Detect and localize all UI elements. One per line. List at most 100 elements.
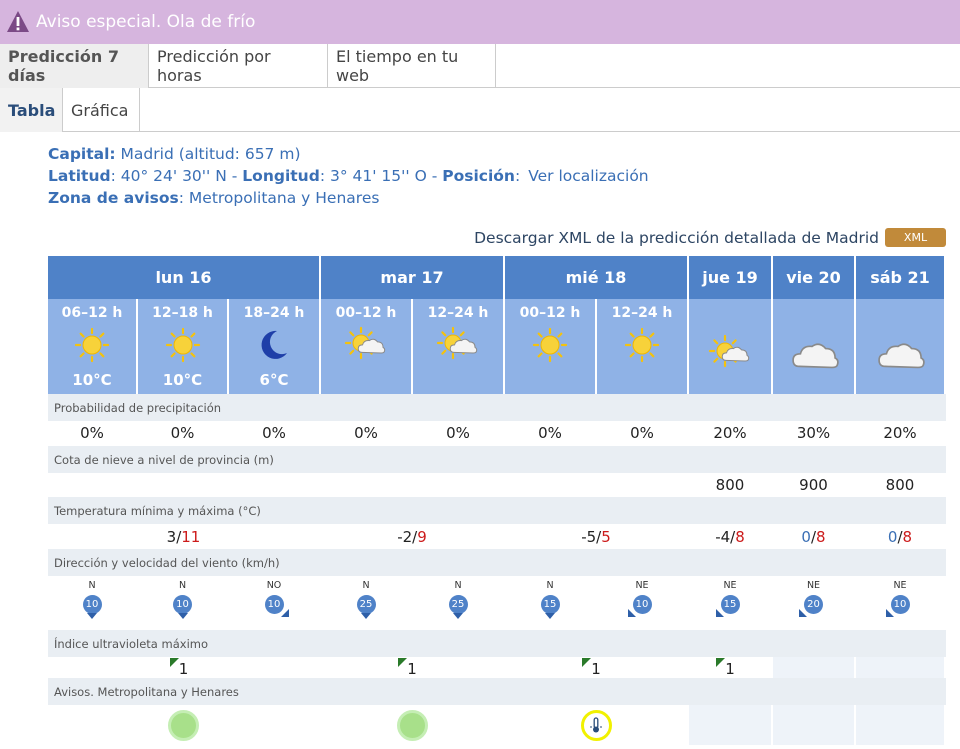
sky-icon-wrap [789,333,839,377]
temp-max: 9 [417,527,427,546]
avisos-label-row: Avisos. Metropolitana y Henares [48,678,946,705]
wind-label-text: Dirección y velocidad del viento (km/h) [54,555,280,570]
snow-value: 800 [856,473,946,497]
wind-cell: N 25 [413,576,505,630]
wind-direction: N [178,580,187,591]
tab-prediccion-7-dias[interactable]: Predicción 7 días [0,44,149,88]
day-header[interactable]: mié 18 [505,256,689,299]
avisos-label-text: Avisos. Metropolitana y Henares [54,684,239,699]
period-label: 06–12 h [61,305,123,321]
wind-cell: N 25 [321,576,413,630]
wind-label: Dirección y velocidad del viento (km/h) [48,549,946,576]
day-label: sáb 21 [870,268,930,287]
uv-value: 1 [591,660,601,678]
sun-icon [165,327,200,363]
wind-arrow-icon [715,609,724,617]
snow-value [138,473,229,497]
alert-text: Aviso especial. Ola de frío [36,12,256,32]
wind-cell: N 15 [505,576,597,630]
period-cell: 06–12 h 10°C [48,299,138,394]
wind-arrow-icon [545,613,555,619]
zona-value: : Metropolitana y Henares [178,189,380,207]
snow-value [413,473,505,497]
temp-max: 8 [816,527,826,546]
aviso-cell [856,705,946,745]
sky-icon-wrap [705,333,755,377]
wind-arrow-icon [280,609,289,617]
day-label: mar 17 [380,268,444,287]
day-header[interactable]: lun 16 [48,256,321,299]
day-header[interactable]: jue 19 [689,256,773,299]
temp-min: -4 [715,527,731,546]
temp-minmax: -4 / 8 [689,524,773,549]
temp-minmax: 0 / 8 [773,524,856,549]
sun-cloud-icon [344,326,386,360]
snow-label-row: Cota de nieve a nivel de provincia (m) [48,446,946,473]
special-alert-bar[interactable]: Aviso especial. Ola de frío [0,0,960,44]
wind-arrow-icon [177,613,188,619]
sun-cloud-icon [708,334,750,368]
uv-value-wrap: 1 [169,658,188,678]
tab-grafica[interactable]: Gráfica [63,88,140,132]
wind-direction: N [546,580,554,591]
precip-value: 0% [229,421,321,445]
capital-value: Madrid (altitud: 657 m) [115,145,301,163]
wind-speed-badge: 15 [715,595,740,617]
aviso-green-icon[interactable] [168,709,199,741]
wind-cell: NE 10 [597,576,689,630]
wind-speed-badge: 15 [540,595,560,619]
wind-arrow-icon [361,613,371,619]
sun-icon [532,327,568,363]
pos-sep: : [514,167,521,185]
temp-max: 11 [181,527,201,546]
temp-label: Temperatura mínima y máxima (°C) [48,497,946,524]
period-label: 12–18 h [152,305,213,321]
day-header[interactable]: mar 17 [321,256,505,299]
wind-arrow-icon [87,613,97,619]
snow-value [505,473,597,497]
snow-value [321,473,413,497]
period-label: 12–24 h [427,305,489,321]
tab-tabla[interactable]: Tabla [0,88,63,132]
tab-prediccion-por-horas[interactable]: Predicción por horas [149,44,328,88]
uv-label-row: Índice ultravioleta máximo [48,630,946,657]
aviso-green-icon[interactable] [396,709,428,741]
precip-value: 0% [138,421,229,445]
snow-value: 800 [689,473,773,497]
period-temp: 10°C [162,371,203,389]
period-cell: 12–18 h 10°C [138,299,229,394]
wind-speed-badge: 10 [885,595,910,617]
day-header[interactable]: sáb 21 [856,256,946,299]
wind-direction: NO [266,580,282,591]
precip-label: Probabilidad de precipitación [48,394,946,421]
day-header-row: lun 16 mar 17 mié 18 jue 19 vie 20 sáb 21 [48,256,946,299]
temp-max: 5 [601,527,611,546]
uv-value: 1 [725,660,735,678]
period-temp: 6°C [259,371,289,389]
period-cell: 12–24 h [413,299,505,394]
precip-row: 0% 0% 0% 0% 0% 0% 0% 20% 30% 20% [48,421,946,445]
day-header[interactable]: vie 20 [773,256,856,299]
sky-icon-wrap [525,325,575,369]
aviso-cell [773,705,856,745]
wind-arrow-icon [885,609,894,617]
xml-badge-button[interactable]: XML [885,228,946,247]
tab-tiempo-en-tu-web[interactable]: El tiempo en tu web [328,44,496,88]
precip-value: 0% [505,421,597,445]
uv-label-text: Índice ultravioleta máximo [54,636,209,651]
zona-line: Zona de avisos: Metropolitana y Henares [48,187,649,209]
temp-label-row: Temperatura mínima y máxima (°C) [48,497,946,524]
wind-direction: N [88,580,96,591]
aviso-cell [689,705,773,745]
lon-label: Longitud [242,167,320,185]
aviso-yellow-cold-icon[interactable] [580,709,612,741]
snow-label: Cota de nieve a nivel de provincia (m) [48,446,946,473]
capital-line: Capital: Madrid (altitud: 657 m) [48,143,649,165]
zona-label: Zona de avisos [48,189,179,207]
ver-localizacion-link[interactable]: Ver localización [528,167,648,185]
wind-speed-badge: 10 [627,595,652,617]
wind-cell: NO 10 [229,576,321,630]
sky-icon-wrap [341,325,391,369]
period-cell [773,299,856,394]
download-xml-text[interactable]: Descargar XML de la predicción detallada… [474,229,879,247]
